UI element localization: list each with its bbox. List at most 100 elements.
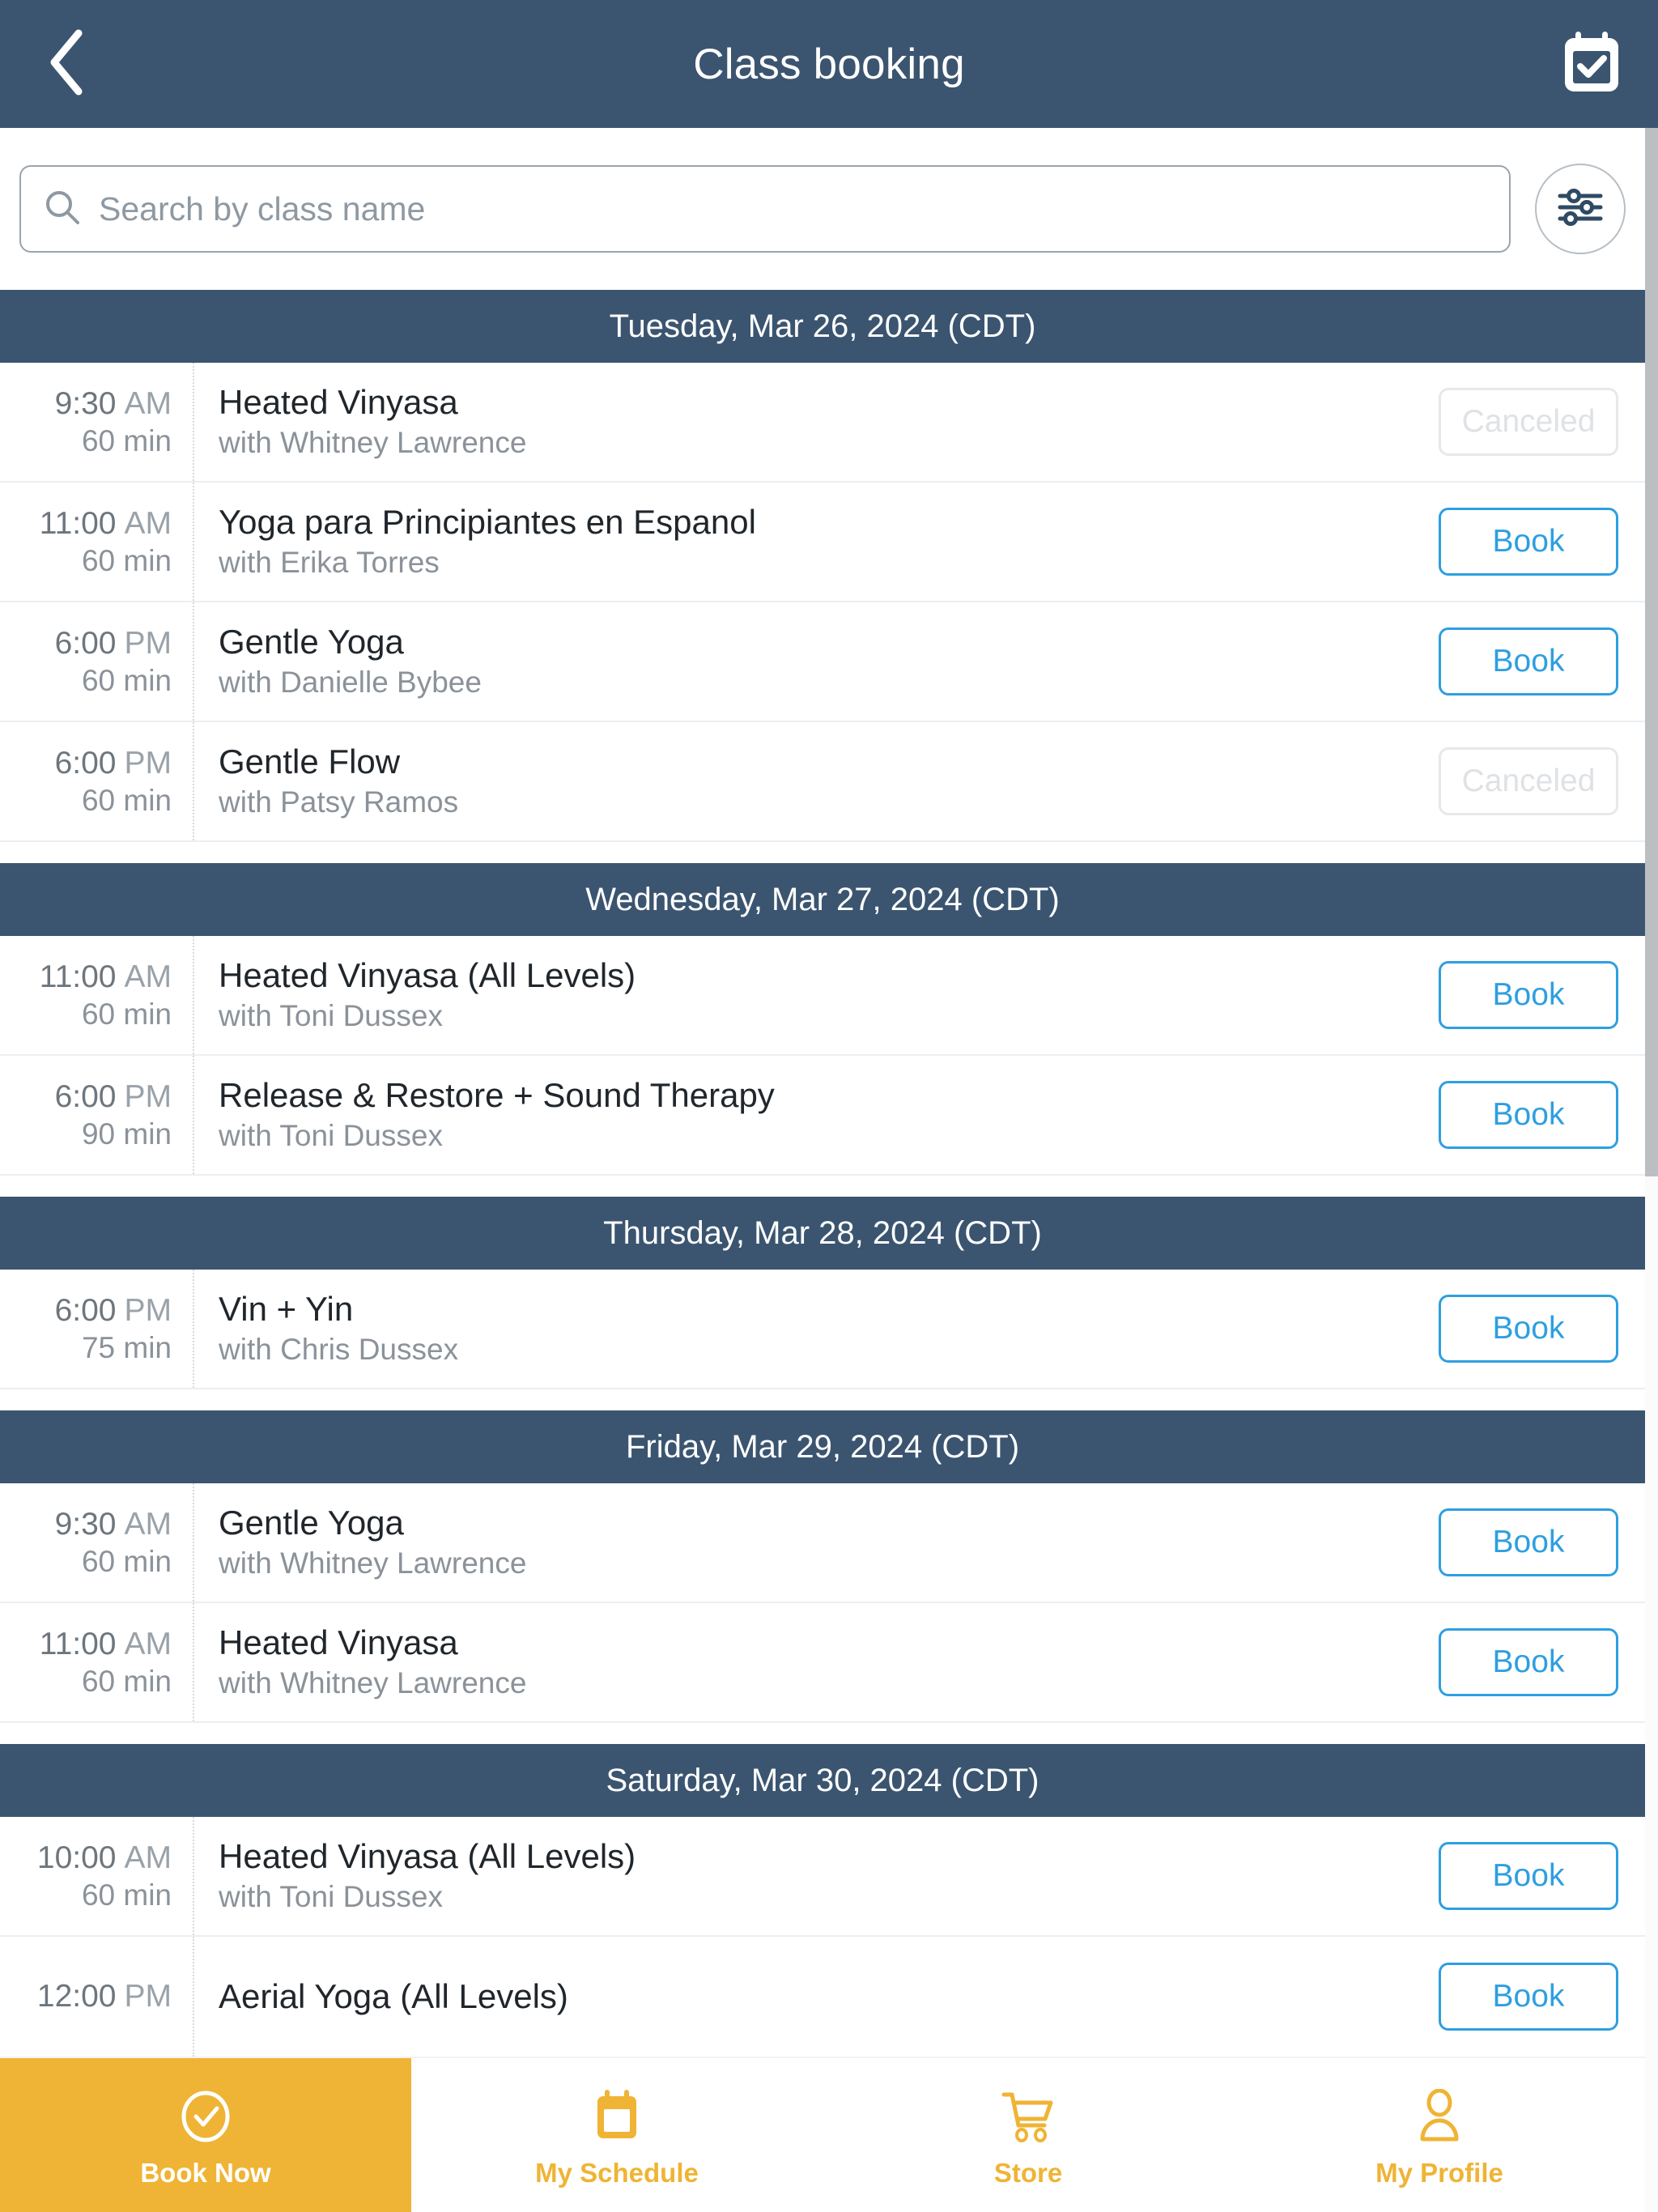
day-header: Saturday, Mar 30, 2024 (CDT)	[0, 1744, 1645, 1817]
class-action-column: Book	[1426, 936, 1645, 1054]
book-button[interactable]: Book	[1439, 1081, 1618, 1149]
nav-label: My Profile	[1375, 2157, 1503, 2188]
book-button[interactable]: Book	[1439, 508, 1618, 576]
class-name: Yoga para Principiantes en Espanol	[219, 503, 756, 542]
class-name: Heated Vinyasa (All Levels)	[219, 1837, 636, 1876]
class-row[interactable]: 6:00 PM 90 min Release & Restore + Sound Th…	[0, 1056, 1645, 1176]
check-circle-icon	[180, 2085, 232, 2148]
filter-sliders-icon	[1556, 185, 1605, 234]
class-name: Heated Vinyasa	[219, 383, 458, 422]
class-duration: 60 min	[81, 664, 172, 698]
class-time-value: 9:30	[54, 385, 117, 421]
class-time: 9:30 AM	[55, 385, 172, 423]
nav-label: Store	[993, 2157, 1063, 2188]
class-name: Heated Vinyasa	[219, 1623, 458, 1662]
class-name: Gentle Yoga	[219, 623, 404, 661]
class-teacher: with Toni Dussex	[219, 1880, 443, 1914]
class-time-value: 11:00	[39, 505, 117, 541]
day-header: Wednesday, Mar 27, 2024 (CDT)	[0, 863, 1645, 936]
class-time-value: 12:00	[36, 1979, 117, 2014]
class-action-column: Book	[1426, 1270, 1645, 1388]
calendar-check-icon	[1561, 29, 1622, 100]
search-icon	[44, 189, 81, 230]
bottom-navigation: Book Now My Schedule Store My Profile	[0, 2057, 1645, 2212]
class-time-value: 6:00	[54, 745, 117, 781]
back-button[interactable]	[29, 27, 104, 101]
canceled-badge: Canceled	[1439, 747, 1618, 815]
class-info-column: Heated Vinyasa with Whitney Lawrence	[194, 1603, 1426, 1721]
day-gap	[0, 1389, 1645, 1410]
class-row[interactable]: 10:00 AM 60 min Heated Vinyasa (All Levels)…	[0, 1817, 1645, 1937]
class-duration: 60 min	[81, 1545, 172, 1579]
book-button[interactable]: Book	[1439, 1295, 1618, 1363]
class-time: 11:00 AM	[40, 504, 172, 543]
book-button[interactable]: Book	[1439, 627, 1618, 696]
class-time-column: 6:00 PM 75 min	[0, 1270, 194, 1388]
day-header: Tuesday, Mar 26, 2024 (CDT)	[0, 290, 1645, 363]
class-time-value: 6:00	[54, 1292, 117, 1328]
schedule-list[interactable]: Tuesday, Mar 26, 2024 (CDT) 9:30 AM 60 min H…	[0, 290, 1645, 2212]
class-time-column: 6:00 PM 60 min	[0, 722, 194, 840]
book-button[interactable]: Book	[1439, 1628, 1618, 1696]
class-row[interactable]: 11:00 AM 60 min Heated Vinyasa (All Levels)…	[0, 936, 1645, 1056]
book-button[interactable]: Book	[1439, 1508, 1618, 1576]
class-time-column: 6:00 PM 60 min	[0, 602, 194, 721]
class-duration: 60 min	[81, 544, 172, 578]
class-info-column: Gentle Flow with Patsy Ramos	[194, 722, 1426, 840]
class-name: Vin + Yin	[219, 1290, 354, 1329]
class-time-ampm: PM	[124, 745, 172, 781]
search-input[interactable]: Search by class name	[19, 165, 1511, 253]
class-row[interactable]: 9:30 AM 60 min Gentle Yoga with Whitney Lawr…	[0, 1483, 1645, 1603]
class-info-column: Gentle Yoga with Whitney Lawrence	[194, 1483, 1426, 1602]
chevron-left-icon	[45, 27, 88, 102]
class-row[interactable]: 12:00 PM Aerial Yoga (All Levels) Book	[0, 1937, 1645, 2057]
nav-item-my-profile[interactable]: My Profile	[1234, 2058, 1645, 2212]
search-row: Search by class name	[0, 128, 1645, 290]
class-time-column: 12:00 PM	[0, 1937, 194, 2057]
class-duration: 60 min	[81, 1665, 172, 1699]
page-title: Class booking	[693, 40, 965, 88]
class-row[interactable]: 11:00 AM 60 min Yoga para Principiantes en …	[0, 483, 1645, 602]
nav-item-my-schedule[interactable]: My Schedule	[411, 2058, 823, 2212]
app-header: Class booking	[0, 0, 1658, 128]
class-time: 6:00 PM	[55, 744, 172, 783]
class-row[interactable]: 9:30 AM 60 min Heated Vinyasa with Whitney L…	[0, 363, 1645, 483]
class-teacher: with Erika Torres	[219, 546, 440, 580]
class-time-ampm: PM	[124, 1078, 172, 1114]
class-time-column: 6:00 PM 90 min	[0, 1056, 194, 1174]
class-row[interactable]: 11:00 AM 60 min Heated Vinyasa with Whitney …	[0, 1603, 1645, 1723]
class-action-column: Canceled	[1426, 363, 1645, 481]
class-teacher: with Whitney Lawrence	[219, 426, 527, 460]
class-info-column: Heated Vinyasa (All Levels) with Toni Dus…	[194, 936, 1426, 1054]
calendar-check-button[interactable]	[1554, 27, 1629, 101]
nav-item-store[interactable]: Store	[823, 2058, 1234, 2212]
class-name: Gentle Yoga	[219, 1504, 404, 1542]
nav-label: Book Now	[140, 2157, 271, 2188]
scrollbar-thumb[interactable]	[1645, 128, 1658, 1176]
day-header: Friday, Mar 29, 2024 (CDT)	[0, 1410, 1645, 1483]
class-duration: 90 min	[81, 1117, 172, 1151]
class-booking-screen: Class booking Search by class name Tuesd…	[0, 0, 1658, 2212]
class-time: 6:00 PM	[55, 1291, 172, 1330]
class-action-column: Book	[1426, 1937, 1645, 2057]
nav-item-book-now[interactable]: Book Now	[0, 2058, 411, 2212]
class-time-value: 10:00	[36, 1840, 117, 1875]
class-time: 9:30 AM	[55, 1505, 172, 1544]
scrollbar-track[interactable]	[1645, 128, 1658, 2212]
class-row[interactable]: 6:00 PM 60 min Gentle Yoga with Danielle Byb…	[0, 602, 1645, 722]
class-time-column: 11:00 AM 60 min	[0, 483, 194, 601]
search-placeholder: Search by class name	[99, 189, 426, 228]
class-row[interactable]: 6:00 PM 60 min Gentle Flow with Patsy Ramos C…	[0, 722, 1645, 842]
class-duration: 60 min	[81, 424, 172, 458]
book-button[interactable]: Book	[1439, 961, 1618, 1029]
class-row[interactable]: 6:00 PM 75 min Vin + Yin with Chris Dussex Bo…	[0, 1270, 1645, 1389]
class-time-ampm: AM	[124, 959, 172, 994]
book-button[interactable]: Book	[1439, 1842, 1618, 1910]
filter-button[interactable]	[1535, 164, 1626, 254]
class-time-ampm: PM	[124, 1292, 172, 1328]
class-info-column: Heated Vinyasa (All Levels) with Toni Dus…	[194, 1817, 1426, 1935]
class-teacher: with Whitney Lawrence	[219, 1666, 527, 1700]
day-gap	[0, 1176, 1645, 1197]
class-time-value: 9:30	[54, 1506, 117, 1542]
book-button[interactable]: Book	[1439, 1963, 1618, 2031]
